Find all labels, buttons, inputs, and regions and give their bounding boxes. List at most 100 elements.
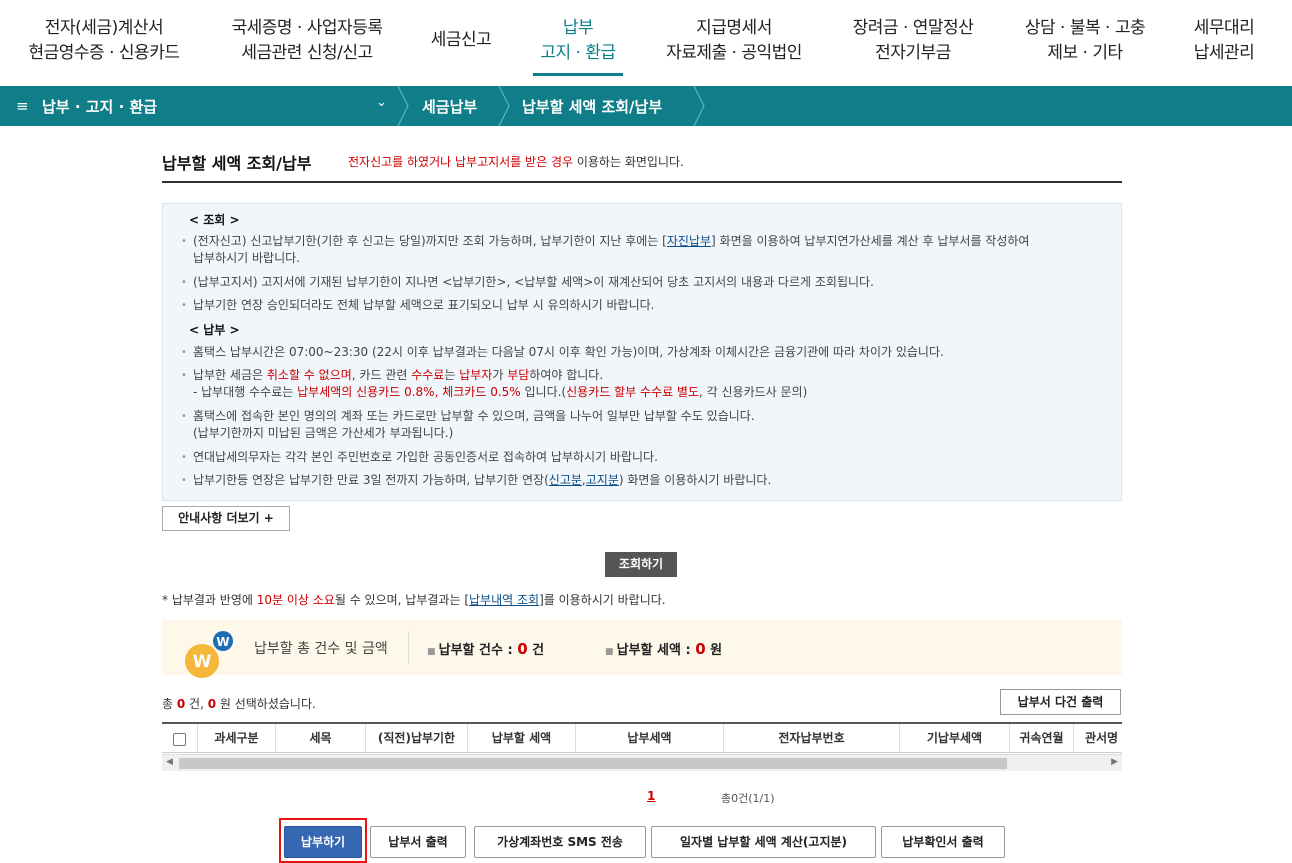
notice-text: ] 화면을 이용하여 납부지연가산세를 계산 후 납부서를 작성하여 [711,234,1030,248]
scroll-right-icon[interactable]: ▶ [1111,757,1118,767]
nav-label: 전자기부금 [875,43,951,63]
notice-item: (납부고지서) 고지서에 기재된 납부기한이 지나면 <납부기한>, <납부할 … [181,274,1111,291]
notice-item: 납부한 세금은 취소할 수 없으며, 카드 관련 수수료는 납부자가 부담하여야… [181,367,1111,401]
svg-text:W: W [216,635,229,649]
nav-label: 상담 · 불복 · 고충 [1024,18,1146,38]
column-header[interactable]: 납부세액 [576,724,724,752]
print-bill-button[interactable]: 납부서 출력 [370,826,466,858]
self-payment-link[interactable]: 자진납부 [667,234,711,248]
note-text: 될 수 있으며, 납부결과는 [ [334,593,469,607]
select-all-cell [162,724,198,752]
notice-text: 납부하시기 바랍니다. [193,251,300,265]
nav-label: 납세관리 [1193,43,1255,63]
breadcrumb-separator-icon [396,85,410,127]
nav-label: 세무대리 [1193,18,1255,38]
note-text: ]를 이용하시기 바랍니다. [539,593,666,607]
nav-e-invoice[interactable]: 전자(세금)계산서 현금영수증 · 신용카드 [24,16,184,66]
nav-label: 국세증명 · 사업자등록 [231,18,383,38]
column-header[interactable]: 기납부세액 [900,724,1010,752]
nav-incentive[interactable]: 장려금 · 연말정산 전자기부금 [843,16,983,66]
column-header[interactable]: 귀속연월 [1010,724,1074,752]
column-header[interactable]: 납부할 세액 [468,724,576,752]
column-header[interactable]: (직전)납부기한 [366,724,468,752]
notice-item: 홈택스에 접속한 본인 명의의 계좌 또는 카드로만 납부할 수 있으며, 금액… [181,408,1111,442]
note-text: * 납부결과 반영에 [162,593,257,607]
more-notice-button[interactable]: 안내사항 더보기 + [162,506,290,531]
notice-text: 입니다.( [520,385,567,399]
sms-send-button[interactable]: 가상계좌번호 SMS 전송 [474,826,646,858]
selection-summary: 총 0 건, 0 원 선택하셨습니다. [162,695,316,712]
notice-text: (납부기한까지 미납된 금액은 가산세가 부과됩니다.) [193,426,454,440]
amount-value: 0 [695,640,706,658]
notice-extension-link[interactable]: 고지분 [586,473,619,487]
nav-label: 장려금 · 연말정산 [852,18,974,38]
pay-button[interactable]: 납부하기 [284,826,362,858]
subtitle-text: 이용하는 화면입니다. [573,155,684,169]
column-header[interactable]: 전자납부번호 [724,724,900,752]
scroll-left-icon[interactable]: ◀ [166,757,173,767]
nav-payment[interactable]: 납부 고지 · 환급 [533,16,623,76]
nav-statements[interactable]: 지급명세서 자료제출 · 공익법인 [660,16,808,66]
amount-unit: 원 [705,643,723,658]
breadcrumb-level3[interactable]: 납부할 세액 조회/납부 [522,96,662,117]
chevron-down-icon[interactable]: ⌄ [376,95,387,110]
notice-highlight: 부담 [507,368,530,382]
nav-label: 지급명세서 [696,18,772,38]
multi-print-button[interactable]: 납부서 다건 출력 [1000,689,1121,715]
summary-box: W W 납부할 총 건수 및 금액 ■ 납부할 건수 : 0 건 ■ 납부할 세… [162,620,1122,678]
nav-tax-agent[interactable]: 세무대리 납세관리 [1188,16,1260,66]
page-count: 총0건(1/1) [721,792,775,805]
nav-certificate[interactable]: 국세증명 · 사업자등록 세금관련 신청/신고 [224,16,390,66]
notice-text: 는 [444,368,460,382]
notice-text: 가 [492,368,508,382]
count-value: 0 [517,640,528,658]
notice-item: 홈택스 납부시간은 07:00~23:30 (22시 이후 납부결과는 다음날 … [181,344,1111,361]
subtitle-highlight: 전자신고를 하였거나 납부고지서를 받은 경우 [348,155,574,169]
nav-label: 자료제출 · 공익법인 [666,43,802,63]
scroll-thumb[interactable] [179,758,1007,769]
note-highlight: 10분 이상 소요 [256,593,335,607]
column-header[interactable]: 과세구분 [198,724,276,752]
menu-icon[interactable]: ≡ [16,97,29,115]
notice-item: 연대납세의무자는 각각 본인 주민번호로 가입한 공동인증서로 접속하여 납부하… [181,449,1111,466]
selection-count: 0 [176,697,186,711]
page-link[interactable]: 1 [647,789,655,803]
breadcrumb-separator-icon [497,85,511,127]
notice-text: - 납부대행 수수료는 [193,385,298,399]
payment-history-link[interactable]: 납부내역 조회 [469,593,539,607]
count-label: 납부할 건수 : [438,643,518,658]
notice-item: 납부기한등 연장은 납부기한 만료 3일 전까지 가능하며, 납부기한 연장(신… [181,472,1111,489]
selection-text: 건, [185,697,208,711]
selection-text: 원 선택하셨습니다. [216,697,316,711]
daily-calc-button[interactable]: 일자별 납부할 세액 계산(고지분) [651,826,876,858]
horizontal-scrollbar[interactable]: ◀ ▶ [162,754,1122,771]
summary-amount: ■ 납부할 세액 : 0 원 [605,639,722,658]
svg-text:W: W [193,652,212,672]
top-navigation: 전자(세금)계산서 현금영수증 · 신용카드 국세증명 · 사업자등록 세금관련… [0,0,1292,86]
notice-text: (전자신고) 신고납부기한(기한 후 신고는 당일)까지만 조회 가능하며, 납… [193,234,667,248]
nav-label: 제보 · 기타 [1047,43,1123,63]
notice-heading-inquiry: < 조회 > [189,213,240,227]
notice-text: , 카드 관련 [351,368,412,382]
nav-label: 현금영수증 · 신용카드 [28,43,180,63]
search-button[interactable]: 조회하기 [605,552,677,577]
nav-label: 세금관련 신청/신고 [241,43,373,63]
breadcrumb-level2[interactable]: 세금납부 [422,96,477,117]
breadcrumb-level1[interactable]: 납부 · 고지 · 환급 [42,96,157,117]
nav-tax-report[interactable]: 세금신고 [425,28,497,53]
nav-label: 전자(세금)계산서 [44,18,164,38]
notice-highlight: 취소할 수 없으며 [266,368,352,382]
notice-text: ) 화면을 이용하시기 바랍니다. [618,473,772,487]
page-title: 납부할 세액 조회/납부 [162,154,312,173]
breadcrumb-separator-icon [692,85,706,127]
nav-consult[interactable]: 상담 · 불복 · 고충 제보 · 기타 [1015,16,1155,66]
column-header[interactable]: 세목 [276,724,366,752]
nav-label: 납부 [562,18,594,38]
notice-text: , 각 신용카드사 문의) [699,385,808,399]
notice-text: 납부한 세금은 [193,368,267,382]
bullet-icon: ■ [605,647,617,657]
confirm-print-button[interactable]: 납부확인서 출력 [881,826,1005,858]
select-all-checkbox[interactable] [173,733,186,746]
report-extension-link[interactable]: 신고분 [549,473,582,487]
column-header[interactable]: 관서명 [1074,724,1122,752]
